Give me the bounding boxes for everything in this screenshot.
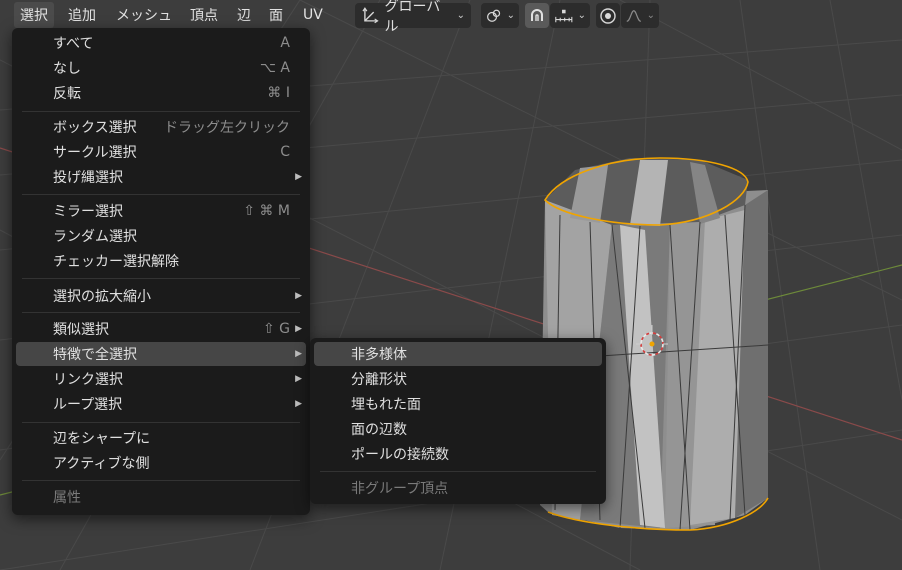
menu-item-select-none[interactable]: なし ⌥ A <box>16 56 306 80</box>
pivot-point-dropdown[interactable]: ⌄ <box>481 3 519 28</box>
submenu-arrow-icon: ▶ <box>295 349 302 359</box>
falloff-icon <box>626 9 642 22</box>
menu-item-select-linked[interactable]: リンク選択 ▶ <box>16 367 306 391</box>
link-icon <box>487 9 501 22</box>
submenu-arrow-icon: ▶ <box>295 291 302 301</box>
menu-separator <box>320 471 596 472</box>
menu-item-select-all-by-trait[interactable]: 特徴で全選択 ▶ <box>16 342 306 366</box>
menu-item-lasso-select[interactable]: 投げ縄選択 ▶ <box>16 165 306 189</box>
menu-edge[interactable]: 辺 <box>231 2 257 28</box>
submenu-arrow-icon: ▶ <box>295 324 302 334</box>
chevron-down-icon: ⌄ <box>646 10 655 21</box>
menu-item-select-similar[interactable]: 類似選択 ⇧ G ▶ <box>16 317 306 341</box>
menu-item-circle-select[interactable]: サークル選択 C <box>16 140 306 164</box>
menu-separator <box>22 111 300 112</box>
menu-face[interactable]: 面 <box>263 2 289 28</box>
falloff-dropdown[interactable]: ⌄ <box>621 3 659 28</box>
menu-item-side-of-active[interactable]: アクティブな側 <box>16 451 306 475</box>
snap-toggle-button[interactable] <box>525 3 549 28</box>
menu-item-checker-deselect[interactable]: チェッカー選択解除 <box>16 249 306 273</box>
submenu-arrow-icon: ▶ <box>295 172 302 182</box>
select-menu: すべて A なし ⌥ A 反転 ⌘ I ボックス選択 ドラッグ左クリック サーク… <box>12 28 310 515</box>
menu-item-faces-by-sides[interactable]: 面の辺数 <box>314 417 602 441</box>
menu-item-ungrouped-verts: 非グループ頂点 <box>351 481 449 497</box>
menu-item-poles-by-count[interactable]: ポールの接続数 <box>314 442 602 466</box>
menu-add[interactable]: 追加 <box>62 2 102 28</box>
chevron-down-icon: ⌄ <box>506 10 515 21</box>
snap-icon <box>531 8 543 21</box>
proportional-edit-button[interactable] <box>596 3 620 28</box>
menu-item-non-manifold[interactable]: 非多様体 <box>314 342 602 366</box>
menu-item-attribute: 属性 <box>53 490 81 506</box>
proportional-edit-icon <box>600 7 616 24</box>
transform-orientation-dropdown[interactable]: グローバル ⌄ <box>355 0 471 35</box>
menu-uv[interactable]: UV <box>297 2 329 28</box>
chevron-down-icon: ⌄ <box>577 10 586 21</box>
submenu-arrow-icon: ▶ <box>295 399 302 409</box>
snap-target-dropdown[interactable]: ⌄ <box>550 3 590 28</box>
viewport-header: 選択 追加 メッシュ 頂点 辺 面 UV グローバル ⌄ ⌄ ⌄ ⌄ <box>0 0 902 35</box>
menu-separator <box>22 194 300 195</box>
menu-item-invert[interactable]: 反転 ⌘ I <box>16 81 306 105</box>
menu-item-select-more-less[interactable]: 選択の拡大縮小 ▶ <box>16 284 306 308</box>
menu-item-select-all[interactable]: すべて A <box>16 31 306 55</box>
chevron-down-icon: ⌄ <box>456 10 465 21</box>
menu-mesh[interactable]: メッシュ <box>110 2 178 28</box>
menu-select[interactable]: 選択 <box>14 2 54 28</box>
menu-item-box-select[interactable]: ボックス選択 ドラッグ左クリック <box>16 115 306 139</box>
menu-separator <box>22 422 300 423</box>
transform-icon <box>362 6 379 23</box>
select-all-by-trait-submenu: 非多様体 分離形状 埋もれた面 面の辺数 ポールの接続数 非グループ頂点 <box>310 338 606 504</box>
menu-vertex[interactable]: 頂点 <box>184 2 224 28</box>
menu-item-mirror-select[interactable]: ミラー選択 ⇧ ⌘ M <box>16 199 306 223</box>
menu-separator <box>22 312 300 313</box>
menu-item-loose-geometry[interactable]: 分離形状 <box>314 367 602 391</box>
transform-orientation-value: グローバル <box>384 0 441 35</box>
menu-item-select-loops[interactable]: ループ選択 ▶ <box>16 392 306 416</box>
submenu-arrow-icon: ▶ <box>295 374 302 384</box>
menu-item-sharp-edges[interactable]: 辺をシャープに <box>16 426 306 450</box>
menu-item-interior-faces[interactable]: 埋もれた面 <box>314 392 602 416</box>
menu-item-random-select[interactable]: ランダム選択 <box>16 224 306 248</box>
menu-separator <box>22 278 300 279</box>
snap-increment-icon <box>555 9 573 22</box>
menu-separator <box>22 480 300 481</box>
